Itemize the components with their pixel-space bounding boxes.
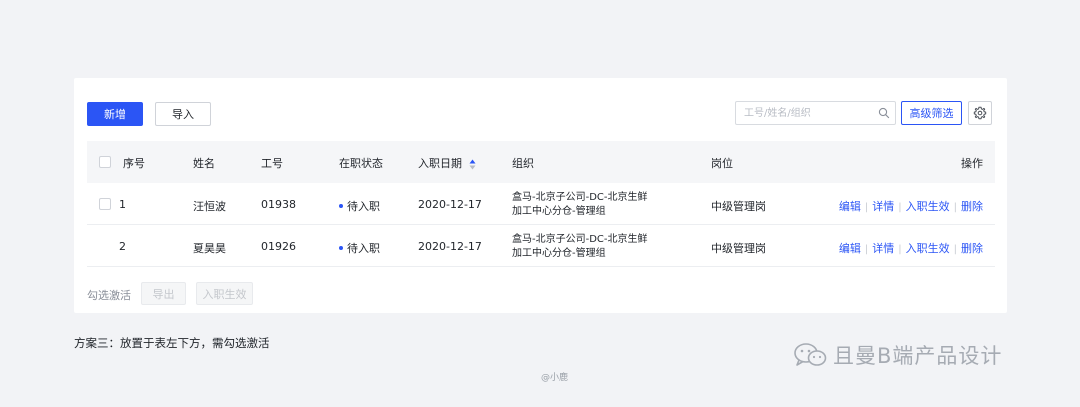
col-org: 组织 [512, 157, 534, 170]
status-dot [339, 246, 343, 250]
row-org-line2: 加工中心分仓-管理组 [512, 206, 606, 217]
batch-activate-button[interactable]: 入职生效 [196, 282, 253, 305]
status-dot [339, 204, 343, 208]
col-id: 工号 [261, 157, 283, 170]
edit-link[interactable]: 编辑 [839, 242, 861, 255]
watermark: 且曼B端产品设计 [793, 340, 1002, 370]
row-status: 待入职 [339, 240, 380, 256]
detail-link[interactable]: 详情 [872, 242, 894, 255]
table-card: 新增 导入 高级筛选 序号 姓名 工号 在职状态 入职日期 组织 岗位 操作 [74, 78, 1007, 313]
col-status: 在职状态 [339, 157, 383, 170]
col-date[interactable]: 入职日期 [418, 155, 476, 171]
edit-link[interactable]: 编辑 [839, 200, 861, 213]
table-row: 1 汪恒波 01938 待入职 2020-12-17 盒马-北京子公司-DC-北… [87, 183, 995, 225]
action-separator: | [953, 244, 957, 255]
col-name: 姓名 [193, 157, 215, 170]
search-input[interactable] [736, 102, 866, 124]
row-org: 盒马-北京子公司-DC-北京生鲜 加工中心分仓-管理组 [512, 233, 648, 261]
wechat-icon [794, 343, 827, 366]
col-date-label: 入职日期 [418, 157, 462, 170]
row-status-label: 待入职 [347, 242, 380, 255]
table-header: 序号 姓名 工号 在职状态 入职日期 组织 岗位 操作 [87, 141, 995, 183]
col-position: 岗位 [711, 157, 733, 170]
row-position: 中级管理岗 [711, 242, 766, 255]
row-org-line1: 盒马-北京子公司-DC-北京生鲜 [512, 234, 648, 245]
row-status: 待入职 [339, 198, 380, 214]
row-name: 夏昊昊 [193, 242, 226, 255]
import-button[interactable]: 导入 [155, 102, 211, 126]
caption: 方案三：放置于表左下方，需勾选激活 [74, 336, 270, 350]
gear-icon [973, 106, 987, 120]
row-org-line1: 盒马-北京子公司-DC-北京生鲜 [512, 192, 648, 203]
row-index: 1 [119, 198, 126, 211]
advanced-filter-button[interactable]: 高级筛选 [901, 101, 962, 125]
col-actions: 操作 [961, 157, 983, 170]
settings-button[interactable] [968, 101, 992, 125]
credit: @小鹿 [541, 373, 569, 383]
row-id: 01938 [261, 198, 296, 211]
select-all-checkbox[interactable] [99, 156, 111, 168]
table-row: 2 夏昊昊 01926 待入职 2020-12-17 盒马-北京子公司-DC-北… [87, 225, 995, 267]
batch-hint: 勾选激活 [87, 289, 131, 302]
action-separator: | [898, 202, 902, 213]
delete-link[interactable]: 删除 [961, 242, 983, 255]
action-separator: | [898, 244, 902, 255]
search-icon[interactable] [878, 107, 890, 119]
activate-link[interactable]: 入职生效 [906, 242, 950, 255]
row-id: 01926 [261, 240, 296, 253]
row-org-line2: 加工中心分仓-管理组 [512, 248, 606, 259]
activate-link[interactable]: 入职生效 [906, 200, 950, 213]
row-name: 汪恒波 [193, 200, 226, 213]
row-actions: 编辑 | 详情 | 入职生效 | 删除 [839, 240, 983, 256]
detail-link[interactable]: 详情 [872, 200, 894, 213]
row-actions: 编辑 | 详情 | 入职生效 | 删除 [839, 198, 983, 214]
sort-icon[interactable] [469, 159, 476, 170]
col-index: 序号 [123, 157, 145, 170]
row-status-label: 待入职 [347, 200, 380, 213]
watermark-text: 且曼B端产品设计 [833, 344, 1003, 368]
delete-link[interactable]: 删除 [961, 200, 983, 213]
row-date: 2020-12-17 [418, 198, 482, 211]
action-separator: | [864, 202, 869, 213]
row-checkbox[interactable] [99, 198, 111, 210]
action-separator: | [953, 202, 957, 213]
action-separator: | [864, 244, 869, 255]
row-position: 中级管理岗 [711, 200, 766, 213]
add-button[interactable]: 新增 [87, 102, 143, 126]
export-button[interactable]: 导出 [141, 282, 186, 305]
row-date: 2020-12-17 [418, 240, 482, 253]
row-index: 2 [119, 240, 126, 253]
row-org: 盒马-北京子公司-DC-北京生鲜 加工中心分仓-管理组 [512, 191, 648, 219]
search-box [735, 101, 896, 125]
